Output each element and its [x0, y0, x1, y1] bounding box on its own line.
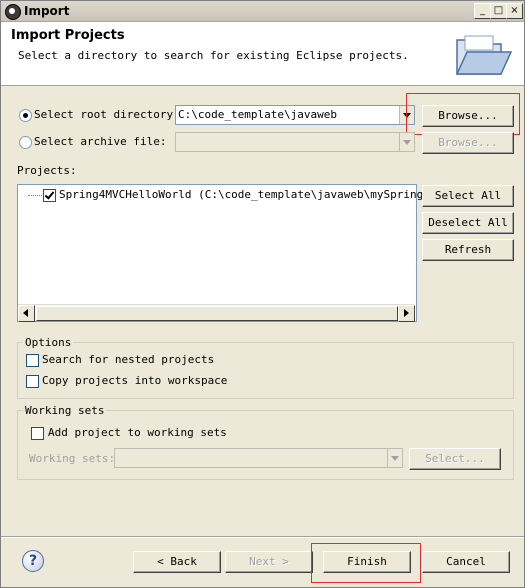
open-folder-icon [455, 35, 513, 75]
copy-label: Copy projects into workspace [42, 374, 228, 387]
project-label: Spring4MVCHelloWorld (C:\code_template\j… [59, 188, 450, 201]
tree-item[interactable]: Spring4MVCHelloWorld (C:\code_template\j… [18, 187, 450, 203]
page-title: Import Projects [11, 28, 125, 43]
title-bar: Import _ □ × [1, 1, 524, 22]
options-title: Options [23, 336, 74, 349]
root-directory-combo[interactable]: C:\code_template\javaweb [175, 105, 415, 125]
highlight-browse [406, 93, 520, 135]
options-group: Options [17, 336, 514, 399]
chevron-down-icon[interactable] [399, 133, 414, 151]
import-dialog: Import _ □ × Import Projects Select a di… [0, 0, 525, 588]
horizontal-scrollbar[interactable] [18, 304, 415, 322]
highlight-finish [311, 543, 421, 583]
next-button[interactable]: Next > [225, 551, 313, 573]
close-button[interactable]: × [506, 3, 523, 19]
add-working-set-checkbox[interactable] [31, 427, 44, 440]
working-sets-combo[interactable] [114, 448, 403, 468]
projects-label: Projects: [17, 164, 77, 177]
select-root-label: Select root directory: [34, 108, 180, 121]
eclipse-icon [5, 4, 21, 20]
maximize-button[interactable]: □ [490, 3, 507, 19]
root-directory-value: C:\code_template\javaweb [178, 108, 337, 121]
select-all-button[interactable]: Select All [422, 185, 514, 207]
page-description: Select a directory to search for existin… [18, 49, 409, 62]
back-button[interactable]: < Back [133, 551, 221, 573]
archive-file-combo[interactable] [175, 132, 415, 152]
working-sets-title: Working sets [23, 404, 107, 417]
nested-label: Search for nested projects [42, 353, 215, 366]
refresh-button[interactable]: Refresh [422, 239, 514, 261]
projects-tree: Spring4MVCHelloWorld (C:\code_template\j… [17, 184, 450, 322]
scroll-left-icon[interactable] [18, 305, 35, 322]
cancel-button[interactable]: Cancel [422, 551, 510, 573]
copy-checkbox[interactable] [26, 375, 39, 388]
footer-separator [1, 536, 524, 538]
nested-checkbox[interactable] [26, 354, 39, 367]
select-archive-radio[interactable] [19, 136, 32, 149]
working-sets-label: Working sets: [29, 452, 116, 465]
window-title: Import [24, 4, 70, 18]
browse-archive-button[interactable]: Browse... [422, 132, 514, 154]
select-root-radio[interactable] [19, 109, 32, 122]
minimize-button[interactable]: _ [474, 3, 491, 19]
scrollbar-thumb[interactable] [36, 306, 398, 321]
scroll-right-icon[interactable] [398, 305, 415, 322]
add-working-set-label: Add project to working sets [48, 426, 227, 439]
select-archive-label: Select archive file: [34, 135, 167, 148]
chevron-down-icon[interactable] [387, 449, 402, 467]
help-icon[interactable]: ? [22, 550, 44, 572]
deselect-all-button[interactable]: Deselect All [422, 212, 514, 234]
select-working-sets-button[interactable]: Select... [409, 448, 501, 470]
wizard-header: Import Projects Select a directory to se… [1, 22, 524, 86]
project-checkbox[interactable] [43, 189, 56, 202]
